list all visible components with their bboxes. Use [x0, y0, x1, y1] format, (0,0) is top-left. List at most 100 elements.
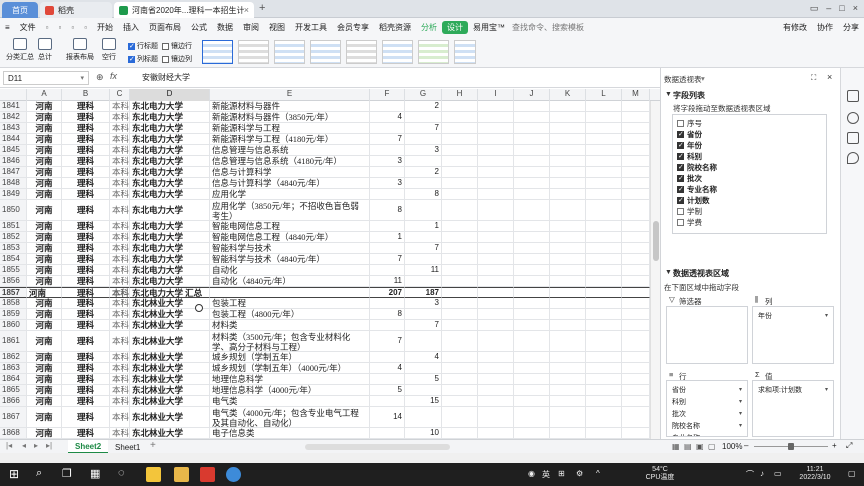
cell-batch[interactable]: 本科	[110, 374, 130, 385]
empty-cell[interactable]	[550, 112, 586, 123]
cell-province[interactable]: 河南	[27, 309, 62, 320]
cell-plan-1[interactable]	[370, 221, 405, 232]
field-8[interactable]: 学制	[677, 206, 702, 217]
cell-batch[interactable]: 本科	[110, 134, 130, 145]
checkbox-icon[interactable]: ✓	[677, 175, 684, 182]
notification-icon[interactable]: ▢	[848, 469, 856, 478]
empty-cell[interactable]	[442, 287, 478, 298]
cell-school[interactable]: 东北林业大学	[130, 374, 210, 385]
empty-cell[interactable]	[550, 428, 586, 439]
cell-plan-2[interactable]	[405, 276, 442, 287]
empty-cell[interactable]	[478, 243, 514, 254]
empty-cell[interactable]	[586, 385, 622, 396]
cell-category[interactable]: 理科	[62, 396, 110, 407]
cell-category[interactable]: 理科	[62, 232, 110, 243]
table-row[interactable]: 1868 河南 理科 本科 东北林业大学 电子信息类 10	[0, 428, 660, 439]
cell-province[interactable]: 河南	[27, 265, 62, 276]
area-field-item[interactable]: 省份 ▾	[670, 384, 744, 395]
empty-cell[interactable]	[586, 276, 622, 287]
style-swatch-3[interactable]	[274, 40, 305, 64]
cell-province[interactable]: 河南	[27, 243, 62, 254]
cell-batch[interactable]: 本科	[110, 331, 130, 352]
empty-cell[interactable]	[442, 331, 478, 352]
checkbox-icon[interactable]: ✓	[677, 164, 684, 171]
field-1[interactable]: ✓ 省份	[677, 129, 702, 140]
area-field-item[interactable]: 批次 ▾	[670, 408, 744, 419]
print-icon[interactable]: ▫	[79, 23, 92, 32]
column-header-C[interactable]: C	[110, 89, 130, 101]
empty-cell[interactable]	[514, 385, 550, 396]
empty-cell[interactable]	[586, 287, 622, 298]
empty-cell[interactable]	[622, 145, 650, 156]
checkbox-icon[interactable]: ✓	[677, 153, 684, 160]
menu-item-13[interactable]: 易用宝™	[468, 22, 510, 33]
empty-cell[interactable]	[550, 352, 586, 363]
empty-cell[interactable]	[442, 145, 478, 156]
column-header-D[interactable]: D	[130, 89, 210, 101]
cell-plan-1[interactable]: 8	[370, 200, 405, 221]
cell-plan-2[interactable]	[405, 407, 442, 428]
cell-school[interactable]: 东北电力大学	[130, 189, 210, 200]
empty-cell[interactable]	[478, 374, 514, 385]
task-view-icon[interactable]: ❐	[62, 467, 72, 480]
cell-plan-2[interactable]	[405, 112, 442, 123]
cell-school[interactable]: 东北电力大学	[130, 134, 210, 145]
cell-category[interactable]: 理科	[62, 145, 110, 156]
column-header-M[interactable]: M	[622, 89, 650, 101]
cell-plan-2[interactable]: 1	[405, 221, 442, 232]
ime-icon[interactable]: ⊞	[558, 469, 565, 478]
chevron-down-icon[interactable]: ▾	[825, 312, 830, 319]
cell-major[interactable]: 信息管理与信息系统（4180元/年）	[210, 156, 370, 167]
cell-school[interactable]: 东北电力大学 汇总	[130, 287, 210, 298]
row-number[interactable]: 1853	[0, 243, 27, 254]
menu-item-1[interactable]: 开始	[92, 22, 118, 33]
cell-batch[interactable]: 本科	[110, 363, 130, 374]
empty-cell[interactable]	[478, 309, 514, 320]
field-9[interactable]: 学费	[677, 217, 702, 228]
cell-plan-2[interactable]: 2	[405, 101, 442, 112]
cell-school[interactable]: 东北林业大学	[130, 385, 210, 396]
cell-plan-2[interactable]: 11	[405, 265, 442, 276]
cell-category[interactable]: 理科	[62, 200, 110, 221]
cell-batch[interactable]: 本科	[110, 123, 130, 134]
empty-cell[interactable]	[478, 112, 514, 123]
empty-cell[interactable]	[442, 123, 478, 134]
cell-province[interactable]: 河南	[27, 363, 62, 374]
empty-cell[interactable]	[442, 298, 478, 309]
menu-right-0[interactable]: 有修改	[778, 22, 812, 33]
cell-province[interactable]: 河南	[27, 112, 62, 123]
empty-cell[interactable]	[622, 374, 650, 385]
cell-batch[interactable]: 本科	[110, 189, 130, 200]
menu-item-9[interactable]: 会员专享	[332, 22, 374, 33]
hamburger-icon[interactable]: ≡	[0, 23, 15, 32]
save-icon[interactable]: ▫	[41, 23, 54, 32]
cell-school[interactable]: 东北电力大学	[130, 265, 210, 276]
empty-cell[interactable]	[478, 407, 514, 428]
cell-school[interactable]: 东北林业大学	[130, 320, 210, 331]
empty-cell[interactable]	[442, 112, 478, 123]
field-6[interactable]: ✓ 专业名称	[677, 184, 717, 195]
next-sheet-icon[interactable]: ▸	[34, 441, 38, 450]
cell-major[interactable]: 应用化学（3850元/年；不招收色盲色弱考生）	[210, 200, 370, 221]
menu-item-0[interactable]: 文件	[15, 22, 41, 33]
banded-columns-checkbox[interactable]: 镶边列	[162, 54, 192, 64]
column-header-L[interactable]: L	[586, 89, 622, 101]
row-number[interactable]: 1868	[0, 428, 27, 439]
empty-cell[interactable]	[550, 363, 586, 374]
row-number[interactable]: 1857	[0, 287, 27, 298]
cell-batch[interactable]: 本科	[110, 243, 130, 254]
chevron-down-icon[interactable]: ▾	[825, 386, 830, 393]
cell-plan-1[interactable]: 3	[370, 156, 405, 167]
table-row[interactable]: 1864 河南 理科 本科 东北林业大学 地理信息科学 5	[0, 374, 660, 385]
cell-category[interactable]: 理科	[62, 385, 110, 396]
cell-category[interactable]: 理科	[62, 265, 110, 276]
cell-batch[interactable]: 本科	[110, 428, 130, 439]
wps-office-icon[interactable]	[200, 467, 215, 482]
cell-category[interactable]: 理科	[62, 254, 110, 265]
cell-major[interactable]: 新能源材料与器件	[210, 101, 370, 112]
empty-cell[interactable]	[478, 287, 514, 298]
empty-cell[interactable]	[514, 352, 550, 363]
cell-category[interactable]: 理科	[62, 331, 110, 352]
empty-cell[interactable]	[550, 320, 586, 331]
row-number[interactable]: 1863	[0, 363, 27, 374]
